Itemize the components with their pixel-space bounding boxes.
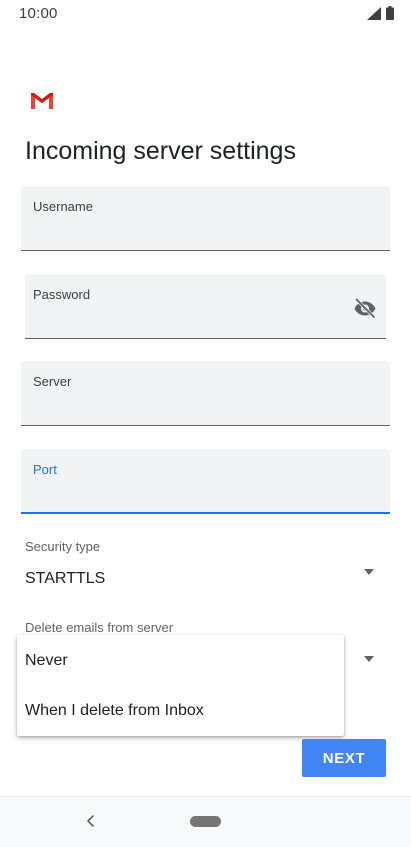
port-label: Port [33,462,57,477]
port-field[interactable]: Port [21,449,390,514]
server-label: Server [33,374,72,389]
battery-icon [386,6,394,20]
password-label: Password [33,287,91,302]
username-label: Username [33,199,93,214]
home-pill-icon[interactable] [190,816,221,827]
menu-option-never[interactable]: Never [25,652,68,670]
delete-emails-label: Delete emails from server [25,620,174,635]
page-title: Incoming server settings [25,137,296,165]
navigation-bar [0,796,411,847]
security-type-dropdown-icon[interactable] [364,569,374,575]
security-type-label: Security type [25,539,101,554]
menu-option-when-delete-from-inbox[interactable]: When I delete from Inbox [25,702,204,720]
delete-emails-dropdown-icon[interactable] [364,656,374,662]
security-type-select[interactable]: STARTTLS [25,570,105,588]
next-button[interactable]: NEXT [302,739,386,777]
visibility-off-icon[interactable] [353,296,377,320]
password-field[interactable]: Password [25,274,386,339]
status-time: 10:00 [19,5,58,22]
back-icon[interactable] [85,814,97,828]
status-icons [367,6,394,20]
username-field[interactable]: Username [21,186,390,251]
cellular-signal-icon [367,6,381,20]
gmail-logo-icon [31,93,53,109]
status-bar: 10:00 [0,0,411,28]
delete-emails-menu: Never When I delete from Inbox [17,635,344,736]
server-field[interactable]: Server [21,361,390,426]
